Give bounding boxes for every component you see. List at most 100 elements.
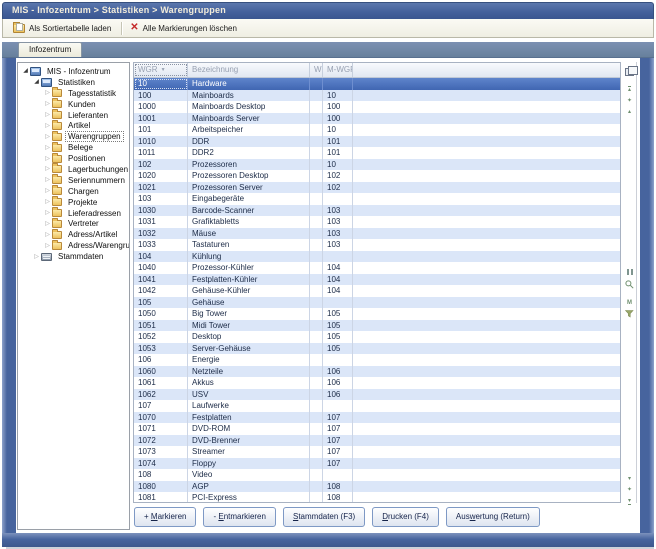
table-row[interactable]: 1074Floppy107 xyxy=(134,458,620,470)
table-row[interactable]: 102Prozessoren10 xyxy=(134,159,620,171)
tree-item-belege[interactable]: ▷Belege xyxy=(18,142,129,153)
table-row[interactable]: 1071DVD-ROM107 xyxy=(134,423,620,435)
button-drucken-f4[interactable]: Drucken (F4) xyxy=(372,507,439,527)
table-row[interactable]: 1060Netzteile106 xyxy=(134,366,620,378)
table-row[interactable]: 107Laufwerke xyxy=(134,400,620,412)
collapsed-arrow-icon[interactable]: ▷ xyxy=(43,133,52,141)
tree-item-lieferadressen[interactable]: ▷Lieferadressen xyxy=(18,208,129,219)
collapsed-arrow-icon[interactable]: ▷ xyxy=(43,100,52,108)
table-row[interactable]: 101Arbeitspeicher10 xyxy=(134,124,620,136)
table-row[interactable]: 1031Grafiktabletts103 xyxy=(134,216,620,228)
tree-item-lieferanten[interactable]: ▷Lieferanten xyxy=(18,110,129,121)
filter-icon[interactable] xyxy=(624,305,635,323)
table-row[interactable]: 1053Server-Gehäuse105 xyxy=(134,343,620,355)
collapsed-arrow-icon[interactable]: ▷ xyxy=(43,111,52,119)
table-row[interactable]: 10Hardware xyxy=(134,78,620,90)
table-row[interactable]: 1073Streamer107 xyxy=(134,446,620,458)
table-row[interactable]: 1081PCI-Express108 xyxy=(134,492,620,503)
collapsed-arrow-icon[interactable]: ▷ xyxy=(43,176,52,184)
table-row[interactable]: 1010DDR101 xyxy=(134,136,620,148)
tree-item-label: Lagerbuchungen xyxy=(65,164,130,175)
scroll-bottom-icon[interactable]: ▾ xyxy=(624,489,635,507)
column-header-w[interactable]: W xyxy=(310,63,323,77)
tree-item-kunden[interactable]: ▷Kunden xyxy=(18,99,129,110)
collapsed-arrow-icon[interactable]: ▷ xyxy=(43,144,52,152)
table-row[interactable]: 1021Prozessoren Server102 xyxy=(134,182,620,194)
collapsed-arrow-icon[interactable]: ▷ xyxy=(43,155,52,163)
table-row[interactable]: 1061Akkus106 xyxy=(134,377,620,389)
table-row[interactable]: 106Energie xyxy=(134,354,620,366)
table-row[interactable]: 1030Barcode-Scanner103 xyxy=(134,205,620,217)
column-header-bezeichnung[interactable]: Bezeichnung xyxy=(188,63,310,77)
table-row[interactable]: 1050Big Tower105 xyxy=(134,308,620,320)
table-row[interactable]: 104Kühlung xyxy=(134,251,620,263)
table-row[interactable]: 1042Gehäuse-Kühler104 xyxy=(134,285,620,297)
table-row[interactable]: 1062USV106 xyxy=(134,389,620,401)
table-row[interactable]: 100Mainboards10 xyxy=(134,90,620,102)
tree-item-tagesstatistik[interactable]: ▷Tagesstatistik xyxy=(18,88,129,99)
collapsed-arrow-icon[interactable]: ▷ xyxy=(43,242,52,250)
tree-item-vertreter[interactable]: ▷Vertreter xyxy=(18,218,129,229)
toolbar-button-alle-markierungen-l-schen[interactable]: ✕Alle Markierungen löschen xyxy=(126,21,243,35)
table-row[interactable]: 1041Festplatten-Kühler104 xyxy=(134,274,620,286)
button-stammdaten-f3[interactable]: Stammdaten (F3) xyxy=(283,507,365,527)
tree-item-projekte[interactable]: ▷Projekte xyxy=(18,197,129,208)
cell-wgr: 108 xyxy=(134,469,188,481)
tree-item-label: Artikel xyxy=(65,120,93,131)
collapsed-arrow-icon[interactable]: ▷ xyxy=(43,231,52,239)
tree-item-adress-artikel[interactable]: ▷Adress/Artikel xyxy=(18,229,129,240)
table-row[interactable]: 103Eingabegeräte xyxy=(134,193,620,205)
table-row[interactable]: 1051Midi Tower105 xyxy=(134,320,620,332)
tree-item-statistiken[interactable]: ◢Statistiken xyxy=(18,77,129,88)
cell-bezeichnung: Gehäuse-Kühler xyxy=(188,285,310,297)
collapsed-arrow-icon[interactable]: ▷ xyxy=(43,165,52,173)
tree-item-warengruppen[interactable]: ▷Warengruppen xyxy=(18,131,129,142)
cell-bezeichnung: Mäuse xyxy=(188,228,310,240)
cell-m_wgr: 103 xyxy=(323,205,353,217)
table-row[interactable]: 105Gehäuse xyxy=(134,297,620,309)
expanded-arrow-icon[interactable]: ◢ xyxy=(32,78,41,86)
collapsed-arrow-icon[interactable]: ▷ xyxy=(43,209,52,217)
collapsed-arrow-icon[interactable]: ▷ xyxy=(32,253,41,261)
warengruppen-table[interactable]: WGR▼BezeichnungWM-WGR 10Hardware100Mainb… xyxy=(133,62,621,503)
tree-item-adress-warengruppen[interactable]: ▷Adress/Warengruppen xyxy=(18,240,129,251)
table-row[interactable]: 108Video xyxy=(134,469,620,481)
tab-infozentrum[interactable]: Infozentrum xyxy=(18,42,82,57)
table-row[interactable]: 1020Prozessoren Desktop102 xyxy=(134,170,620,182)
button-markieren[interactable]: + Markieren xyxy=(134,507,196,527)
table-row[interactable]: 1080AGP108 xyxy=(134,481,620,493)
table-row[interactable]: 1070Festplatten107 xyxy=(134,412,620,424)
table-row[interactable]: 1001Mainboards Server100 xyxy=(134,113,620,125)
tree-item-positionen[interactable]: ▷Positionen xyxy=(18,153,129,164)
tree-item-artikel[interactable]: ▷ Artikel xyxy=(18,120,129,131)
tree-item-seriennummern[interactable]: ▷Seriennummern xyxy=(18,175,129,186)
tree-item-mis-infozentrum[interactable]: ◢MIS - Infozentrum xyxy=(18,66,129,77)
table-row[interactable]: 1052Desktop105 xyxy=(134,331,620,343)
tree-item-chargen[interactable]: ▷Chargen xyxy=(18,186,129,197)
collapsed-arrow-icon[interactable]: ▷ xyxy=(43,89,52,97)
table-row[interactable]: 1000Mainboards Desktop100 xyxy=(134,101,620,113)
table-row[interactable]: 1072DVD-Brenner107 xyxy=(134,435,620,447)
tree-item-stammdaten[interactable]: ▷Stammdaten xyxy=(18,251,129,262)
tree-item-lagerbuchungen[interactable]: ▷ Lagerbuchungen xyxy=(18,164,129,175)
column-header-wgr[interactable]: WGR▼ xyxy=(134,63,188,77)
column-header-filler[interactable] xyxy=(353,63,620,77)
button-entmarkieren[interactable]: - Entmarkieren xyxy=(203,507,275,527)
table-row[interactable]: 1032Mäuse103 xyxy=(134,228,620,240)
button-auswertung-return[interactable]: Auswertung (Return) xyxy=(446,507,540,527)
scroll-up-icon[interactable]: ▴ xyxy=(624,100,635,118)
column-header-m-wgr[interactable]: M-WGR xyxy=(323,63,353,77)
cell-bezeichnung: Tastaturen xyxy=(188,239,310,251)
cell-w xyxy=(310,193,323,205)
toolbar: Als Sortiertabelle laden ✕Alle Markierung… xyxy=(2,19,654,38)
table-row[interactable]: 1033Tastaturen103 xyxy=(134,239,620,251)
table-row[interactable]: 1040Prozessor-Kühler104 xyxy=(134,262,620,274)
expanded-arrow-icon[interactable]: ◢ xyxy=(21,67,30,75)
collapsed-arrow-icon[interactable]: ▷ xyxy=(43,220,52,228)
collapsed-arrow-icon[interactable]: ▷ xyxy=(43,187,52,195)
collapsed-arrow-icon[interactable]: ▷ xyxy=(43,122,52,130)
cell-filler xyxy=(353,136,620,148)
table-row[interactable]: 1011DDR2101 xyxy=(134,147,620,159)
toolbar-button-als-sortiertabelle-laden[interactable]: Als Sortiertabelle laden xyxy=(9,22,117,35)
collapsed-arrow-icon[interactable]: ▷ xyxy=(43,198,52,206)
